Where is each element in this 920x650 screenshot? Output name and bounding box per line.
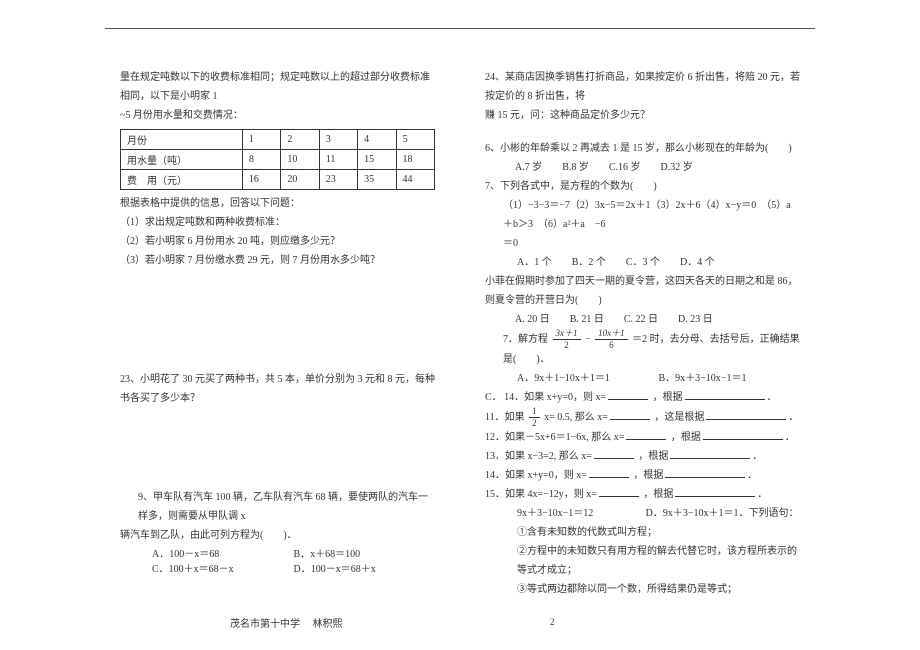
q24-line1: 24、某商店因换季销售打折商品，如果按定价 6 折出售，将赔 20 元，若按定价…: [485, 68, 800, 106]
stmt-2: ②方程中的未知数只有用方程的解去代替它时，该方程所表示的等式才成立；: [485, 542, 800, 580]
q9-opt-d: D．100－x＝68＋x: [294, 560, 436, 575]
after-table-text: 根据表格中提供的信息，回答以下问题：: [120, 194, 435, 213]
frac-half: 1 2: [529, 407, 540, 428]
th-2: 2: [281, 130, 319, 150]
blank: [599, 487, 639, 497]
qfei: 小菲在假期时参加了四天一期的夏令营，这四天各天的日期之和是 86，则夏令营的开营…: [485, 272, 800, 310]
q6-opts: A.7 岁 B.8 岁 C.16 岁 D.32 岁: [485, 158, 800, 177]
q24-line2: 赚 15 元，问：这种商品定价多少元？: [485, 106, 800, 125]
frac-1: 3x＋1 2: [553, 329, 581, 350]
intro-line-2: ~5 月份用水量和交费情况：: [120, 106, 435, 125]
q7-items: （1）−3−3＝−7（2）3x−5＝2x＋1（3）2x＋6（4）x−y＝0 （5…: [485, 196, 800, 234]
q9-line2: 辆汽车到乙队，由此可列方程为( )．: [120, 526, 435, 545]
q15: 15．如果 4x=−12y，则 x= ，根据．: [485, 485, 800, 504]
q7b-opts-row1: A．9x＋1−10x＋1＝1 B．9x＋3−10x−1＝1: [485, 369, 800, 388]
minus: −: [585, 334, 591, 345]
q6: 6、小彬的年龄乘以 2 再减去 1 是 15 岁，那么小彬现在的年龄为( ): [485, 139, 800, 158]
water-usage-table: 月份 1 2 3 4 5 用水量（吨） 8 10 11 15 18 费 用（元）…: [120, 129, 435, 190]
table-row: 月份 1 2 3 4 5: [121, 130, 435, 150]
q14b: 14．如果 x+y=0，则 x= ，根据．: [485, 466, 800, 485]
q13: 13．如果 x−3=2, 那么 x= ，根据．: [485, 447, 800, 466]
qfei-opts: A. 20 日 B. 21 日 C. 22 日 D. 23 日: [485, 310, 800, 329]
q7b-c-prefix: C．: [485, 392, 502, 403]
blank: [685, 390, 765, 400]
q9-opt-c: C．100＋x＝68－x: [152, 560, 294, 575]
frac-2: 10x＋1 6: [595, 329, 628, 350]
left-column: 量在规定吨数以下的收费标准相同；规定吨数以上的超过部分收费标准相同，以下是小明家…: [120, 68, 435, 620]
stmt-1: ①含有未知数的代数式叫方程；: [485, 523, 800, 542]
page-number: 2: [550, 617, 555, 627]
table-row: 费 用（元） 16 20 23 35 44: [121, 170, 435, 190]
sub-q2: （2）若小明家 6 月份用水 20 吨，则应缴多少元？: [120, 232, 435, 251]
r2c0: 费 用（元）: [121, 170, 243, 190]
q7-opts: A．1 个 B．2 个 C．3 个 D．4 个: [485, 253, 800, 272]
q9-opt-b: B．x＋68＝100: [294, 545, 436, 560]
q14: C． 14．如果 x+y=0，则 x= ，根据．: [485, 388, 800, 407]
footer-school: 茂名市第十中学: [230, 619, 300, 630]
blank: [703, 430, 783, 440]
q12: 12．如果－5x+6＝1−6x, 那么 x= ，根据．: [485, 428, 800, 447]
blank: [594, 449, 634, 459]
th-4: 4: [358, 130, 396, 150]
q7: 7、下列各式中，是方程的个数为( ): [485, 177, 800, 196]
q9-opt-a: A．100－x＝68: [152, 545, 294, 560]
blank: [675, 487, 755, 497]
stmt-3: ③等式两边都除以同一个数，所得结果仍是等式；: [485, 580, 800, 599]
sub-q1: （1）求出规定吨数和两种收费标准：: [120, 213, 435, 232]
blank: [665, 468, 745, 478]
table-row: 用水量（吨） 8 10 11 15 18: [121, 150, 435, 170]
th-1: 1: [242, 130, 280, 150]
q7b-opt-a: A．9x＋1−10x＋1＝1: [517, 369, 659, 388]
sub-q3: （3）若小明家 7 月份缴水费 29 元，则 7 月份用水多少吨？: [120, 251, 435, 270]
blank: [626, 430, 666, 440]
q9-line1: 9、甲车队有汽车 100 辆，乙车队有汽车 68 辆，要使两队的汽车一样多，则需…: [120, 488, 435, 526]
th-5: 5: [396, 130, 434, 150]
th-3: 3: [319, 130, 357, 150]
q7-eq0: ＝0: [485, 234, 800, 253]
eq-row: 9x＋3−10x−1＝12 D．9x＋3−10x＋1＝1．下列语句：: [485, 504, 800, 523]
q23: 23、小明花了 30 元买了两种书，共 5 本，单价分别为 3 元和 8 元，每…: [120, 370, 435, 408]
q7b-suffix: ＝2 时，去分母、去括号后，正确结果是( )．: [503, 334, 800, 365]
eq-d: D．9x＋3−10x＋1＝1．下列语句：: [646, 504, 800, 523]
q9-options-2: C．100＋x＝68－x D．100－x＝68＋x: [120, 560, 435, 575]
intro-line-1: 量在规定吨数以下的收费标准相同；规定吨数以上的超过部分收费标准相同，以下是小明家…: [120, 68, 435, 106]
right-column: 24、某商店因换季销售打折商品，如果按定价 6 折出售，将赔 20 元，若按定价…: [485, 68, 800, 620]
blank: [706, 410, 786, 420]
q7b: 7．解方程 3x＋1 2 − 10x＋1 6 ＝2 时，去分母、去括号后，正确结…: [485, 329, 800, 369]
q11: 11．如果 1 2 x= 0.5, 那么 x= ，这是根据．: [485, 407, 800, 428]
page-content: 量在规定吨数以下的收费标准相同；规定吨数以上的超过部分收费标准相同，以下是小明家…: [120, 68, 800, 620]
q7b-prefix: 7．解方程: [503, 334, 548, 345]
r1c0: 用水量（吨）: [121, 150, 243, 170]
footer-teacher: 林积熙: [313, 619, 343, 630]
blank: [610, 410, 650, 420]
q9-options: A．100－x＝68 B．x＋68＝100: [120, 545, 435, 560]
blank: [589, 468, 629, 478]
footer-credits: 茂名市第十中学 林积熙: [230, 615, 343, 630]
q14-text: 14．如果 x+y=0，则 x=: [504, 392, 606, 403]
eq-c: 9x＋3−10x−1＝12: [517, 504, 646, 523]
q7b-opt-b: B．9x＋3−10x−1＝1: [659, 369, 801, 388]
blank: [670, 449, 750, 459]
header-divider: [105, 28, 815, 29]
th-month: 月份: [121, 130, 243, 150]
blank: [608, 390, 648, 400]
